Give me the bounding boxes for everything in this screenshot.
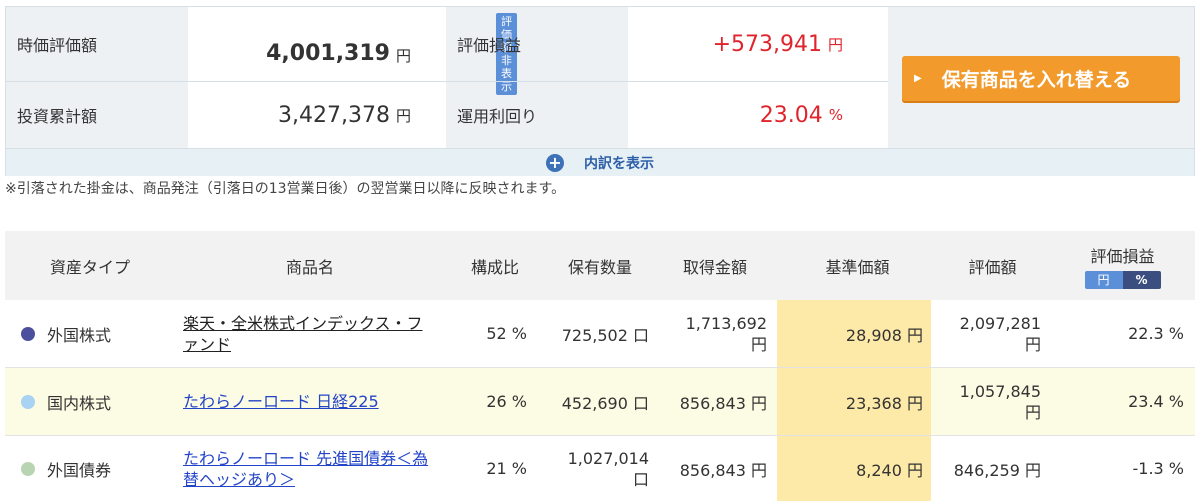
asset-type-cell: 外国債券 (5, 436, 175, 501)
pl-percent: 23.4 % (1128, 392, 1184, 411)
cost-line2: 円 (750, 334, 767, 354)
pl-unit-toggle: 円 % (1084, 270, 1161, 289)
cost: 856,843 円 (679, 460, 767, 480)
valuation-line1: 1,057,845 (959, 381, 1041, 401)
ratio: 26 % (486, 392, 527, 411)
table-row: 外国株式 楽天・全米株式インデックス・フ ァンド 52 % 725,502 口 … (5, 300, 1195, 368)
yield-cell: 23.04 % (628, 82, 888, 148)
asset-color-dot (21, 394, 35, 409)
header-pl: 評価損益 円 % (1050, 231, 1195, 300)
product-link[interactable]: 楽天・全米株式インデックス・フ ァンド (183, 313, 423, 355)
cost: 856,843 円 (679, 393, 767, 413)
asset-type: 国内株式 (47, 393, 112, 413)
header-quantity: 保有数量 (567, 257, 632, 277)
header-pl-label: 評価損益 (1090, 246, 1155, 266)
nav: 23,368 円 (777, 368, 931, 435)
table-row: 国内株式 たわらノーロード 日経225 26 % 452,690 口 856,8… (5, 368, 1195, 436)
pl-cell: +573,941 円 (628, 7, 888, 81)
portfolio-summary-panel: 時価評価額 評価額非表示 4,001,319 円 評価損益 +573,941 円… (5, 6, 1195, 176)
market-value-cell: 評価額非表示 4,001,319 円 (188, 7, 517, 95)
market-value-unit: 円 (395, 46, 411, 65)
product-name-line2: 替ヘッジあり＞ (183, 469, 296, 489)
holdings-table-header: 資産タイプ 商品名 構成比 保有数量 取得金額 基準価額 評価額 評価損益 円 … (5, 231, 1195, 300)
asset-color-dot (21, 461, 35, 476)
asset-color-dot (21, 326, 35, 341)
asset-type: 外国株式 (47, 325, 112, 345)
show-breakdown-label: 内訳を表示 (584, 155, 654, 172)
nav: 28,908 円 (777, 300, 931, 367)
swap-holdings-button[interactable]: ▶ 保有商品を入れ替える (902, 56, 1180, 101)
plus-circle-icon: + (546, 153, 564, 172)
pl-label: 評価損益 (457, 36, 522, 55)
valuation-line1: 2,097,281 (959, 313, 1041, 333)
nav: 8,240 円 (777, 436, 931, 501)
product-name-line1: たわらノーロード 先進国債券＜為 (183, 448, 429, 468)
header-ratio: 構成比 (470, 257, 519, 277)
pl-percent: -1.3 % (1132, 459, 1184, 478)
product-cell: 楽天・全米株式インデックス・フ ァンド (183, 300, 445, 367)
pl-toggle-yen[interactable]: 円 (1084, 270, 1123, 289)
caret-right-icon: ▶ (914, 73, 922, 84)
invested-value: 3,427,378 (278, 102, 390, 128)
invested-unit: 円 (395, 106, 411, 125)
quantity-cell: 1,027,014 口 (527, 436, 649, 501)
market-value-label: 時価評価額 (17, 36, 98, 55)
yield-label: 運用利回り (457, 107, 538, 126)
product-link[interactable]: たわらノーロード 先進国債券＜為 替ヘッジあり＞ (183, 448, 428, 490)
asset-type: 外国債券 (47, 460, 112, 480)
pl-percent: 22.3 % (1128, 324, 1184, 343)
header-valuation: 評価額 (968, 257, 1017, 277)
valuation-cell: 2,097,281 円 (931, 300, 1041, 367)
quantity: 452,690 口 (561, 393, 649, 413)
pl-toggle-percent[interactable]: % (1122, 270, 1161, 289)
product-name-line1: 楽天・全米株式インデックス・フ (183, 313, 423, 333)
pl-value: +573,941 (712, 31, 822, 57)
header-nav: 基準価額 (825, 257, 890, 277)
invested-cell: 3,427,378 円 (188, 82, 446, 148)
show-breakdown-toggle[interactable]: + 内訳を表示 (6, 148, 1194, 176)
product-cell: たわらノーロード 日経225 (183, 368, 445, 435)
asset-type-cell: 外国株式 (5, 300, 175, 367)
invested-label: 投資累計額 (17, 107, 98, 126)
cost-cell: 1,713,692 円 (649, 300, 767, 367)
yield-value: 23.04 (759, 102, 823, 128)
quantity-line2: 口 (632, 469, 649, 489)
cost-line1: 1,713,692 (685, 313, 767, 333)
product-link[interactable]: たわらノーロード 日経225 (183, 391, 379, 412)
yield-unit: % (828, 106, 843, 124)
header-cost: 取得金額 (682, 257, 747, 277)
valuation-line2: 円 (1024, 402, 1041, 422)
quantity-line1: 1,027,014 (567, 448, 649, 468)
header-asset-type: 資産タイプ (49, 257, 130, 277)
header-product: 商品名 (285, 257, 334, 277)
pl-unit: 円 (827, 35, 843, 54)
product-name-line2: ァンド (183, 334, 232, 354)
quantity: 725,502 口 (561, 325, 649, 345)
swap-holdings-label: 保有商品を入れ替える (941, 69, 1132, 91)
market-value: 4,001,319 (266, 40, 390, 66)
ratio: 52 % (486, 324, 527, 343)
valuation-cell: 1,057,845 円 (931, 368, 1041, 435)
valuation-line2: 円 (1024, 334, 1041, 354)
contribution-note: ※引落された掛金は、商品発注（引落日の13営業日後）の翌営業日以降に反映されます… (5, 181, 566, 197)
table-row: 外国債券 たわらノーロード 先進国債券＜為 替ヘッジあり＞ 21 % 1,027… (5, 436, 1195, 501)
asset-type-cell: 国内株式 (5, 368, 175, 435)
ratio: 21 % (486, 459, 527, 478)
product-cell: たわらノーロード 先進国債券＜為 替ヘッジあり＞ (183, 436, 445, 501)
valuation: 846,259 円 (953, 460, 1041, 480)
